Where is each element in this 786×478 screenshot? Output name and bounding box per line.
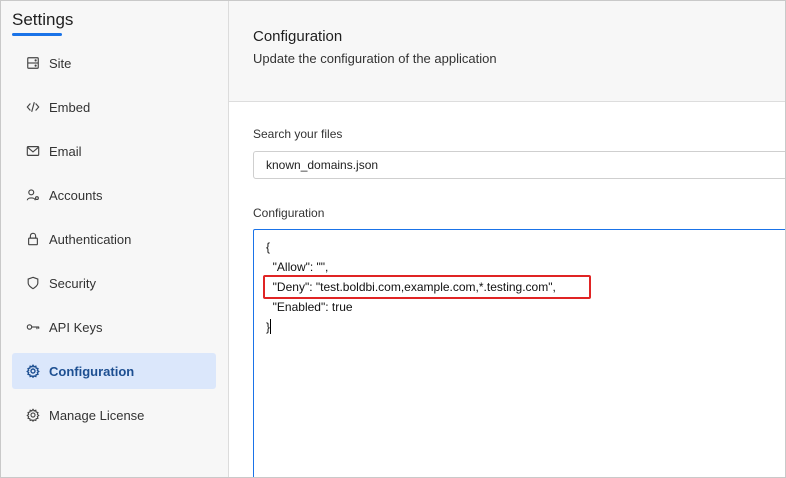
code-line: {	[266, 240, 271, 254]
sidebar-item-label: Security	[49, 275, 96, 291]
text-caret	[270, 319, 271, 334]
code-icon	[24, 98, 42, 116]
user-settings-icon	[24, 186, 42, 204]
sidebar-item-security[interactable]: Security	[12, 265, 216, 301]
server-icon	[24, 54, 42, 72]
gear-icon	[24, 362, 42, 380]
sidebar-item-label: Accounts	[49, 187, 103, 203]
shield-icon	[24, 274, 42, 292]
search-input[interactable]: known_domains.json	[253, 151, 785, 179]
license-gear-icon	[24, 406, 42, 424]
configuration-label: Configuration	[253, 206, 325, 220]
sidebar-item-email[interactable]: Email	[12, 133, 216, 169]
main-content: Configuration Update the configuration o…	[229, 1, 785, 477]
page-header: Configuration Update the configuration o…	[229, 1, 785, 102]
sidebar: Settings Site Embed Email Accounts Authe…	[1, 1, 229, 477]
sidebar-item-label: Configuration	[49, 363, 135, 379]
app-window: Settings Site Embed Email Accounts Authe…	[0, 0, 786, 478]
code-line: "Enabled": true	[266, 300, 353, 314]
code-line: "Allow": "",	[266, 260, 329, 274]
sidebar-title-underline	[12, 33, 62, 36]
sidebar-item-configuration[interactable]: Configuration	[12, 353, 216, 389]
sidebar-item-label: API Keys	[49, 319, 103, 335]
sidebar-item-label: Site	[49, 55, 72, 71]
sidebar-item-accounts[interactable]: Accounts	[12, 177, 216, 213]
mail-icon	[24, 142, 42, 160]
key-icon	[24, 318, 42, 336]
sidebar-title: Settings	[12, 10, 74, 29]
sidebar-item-label: Authentication	[49, 231, 132, 247]
sidebar-item-site[interactable]: Site	[12, 45, 216, 81]
configuration-editor[interactable]: { "Allow": "", "Deny": "test.boldbi.com,…	[253, 229, 785, 477]
sidebar-item-label: Embed	[49, 99, 91, 115]
sidebar-item-manage-license[interactable]: Manage License	[12, 397, 216, 433]
sidebar-item-label: Manage License	[49, 407, 145, 423]
sidebar-item-label: Email	[49, 143, 82, 159]
page-subtitle: Update the configuration of the applicat…	[253, 51, 497, 66]
sidebar-item-embed[interactable]: Embed	[12, 89, 216, 125]
search-input-value: known_domains.json	[266, 158, 379, 172]
lock-icon	[24, 230, 42, 248]
deny-line-highlight	[263, 275, 591, 299]
sidebar-item-authentication[interactable]: Authentication	[12, 221, 216, 257]
sidebar-item-api-keys[interactable]: API Keys	[12, 309, 216, 345]
page-title: Configuration	[253, 28, 343, 45]
sidebar-nav: Site Embed Email Accounts Authentication…	[12, 45, 216, 441]
search-label: Search your files	[253, 127, 343, 141]
